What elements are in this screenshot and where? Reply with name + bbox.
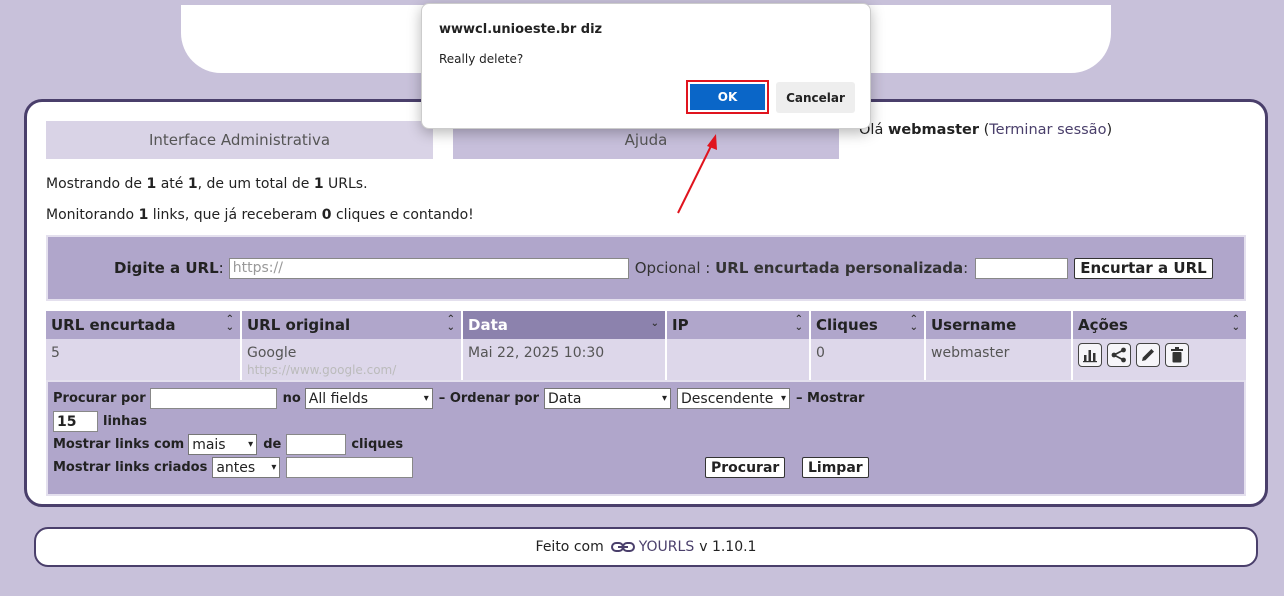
username: webmaster [887,122,979,138]
cell-clicks: 0 [811,339,926,380]
sort-order-select[interactable]: Descendente ▾ [677,388,791,409]
col-short-url[interactable]: URL encurtada ⌃ ⌄ [46,311,242,339]
confirm-dialog: wwwcl.unioeste.br diz Really delete? OK … [421,3,871,129]
cell-date: Mai 22, 2025 10:30 [463,339,667,380]
add-url-form: Digite a URL: https:// Opcional : URL en… [46,235,1246,301]
url-label: Digite a URL: [114,259,224,277]
optional-label: Opcional : URL encurtada personalizada: [634,259,969,277]
paren-close: ) [1106,122,1113,138]
filter-row-rows: 15 linhas [53,411,147,432]
sort-by-select[interactable]: Data ▾ [544,388,672,409]
main-container: Interface Administrativa Ajuda Olá webma… [24,99,1268,507]
annotation-arrow [677,134,717,214]
search-field-select[interactable]: All fields ▾ [304,388,433,409]
created-date-input[interactable] [286,457,414,478]
table-header: URL encurtada ⌃ ⌄ URL original ⌃ ⌄ Data ⌄ IP ⌃… [46,311,1246,339]
table-row: 5 Google https://www.google.com/ Mai 22,… [46,339,1246,380]
stats-icon[interactable] [1078,343,1102,367]
col-ip[interactable]: IP ⌃ ⌄ [667,311,811,339]
filter-row-created: Mostrar links criados antes ▾ [53,457,414,478]
cell-ip [667,339,811,380]
col-original-url[interactable]: URL original ⌃ ⌄ [242,311,463,339]
col-clicks[interactable]: Cliques ⌃ ⌄ [811,311,926,339]
dialog-ok-button[interactable]: OK [686,80,769,114]
footer: Feito com YOURLS v 1.10.1 [34,527,1258,567]
clicks-count-input[interactable] [286,434,347,455]
clear-button[interactable]: Limpar [802,457,869,478]
showing-info: Mostrando de 1 até 1, de um total de 1 U… [46,176,368,192]
dialog-title: wwwcl.unioeste.br diz [439,22,603,37]
url-table: URL encurtada ⌃ ⌄ URL original ⌃ ⌄ Data ⌄ IP ⌃… [46,311,1246,380]
filter-panel: Procurar por no All fields ▾ – Ordenar po… [46,380,1246,496]
cell-short-url[interactable]: 5 [46,339,242,380]
search-input[interactable] [149,388,277,409]
created-compare-select[interactable]: antes ▾ [212,457,281,478]
search-button[interactable]: Procurar [705,457,786,478]
col-actions[interactable]: Ações ⌃ ⌄ [1073,311,1246,339]
edit-icon[interactable] [1136,343,1160,367]
yourls-link[interactable]: YOURLS [639,539,694,555]
dialog-message: Really delete? [439,52,524,66]
cell-original-url[interactable]: Google https://www.google.com/ [242,339,463,380]
col-date[interactable]: Data ⌄ [463,311,667,339]
monitoring-info: Monitorando 1 links, que já receberam 0 … [46,207,474,223]
rows-per-page-input[interactable]: 15 [53,411,98,432]
cell-username: webmaster [926,339,1073,380]
filter-row-clicks: Mostrar links com mais ▾ de cliques [53,434,403,455]
link-icon [610,541,635,553]
clicks-compare-select[interactable]: mais ▾ [188,434,258,455]
cell-actions [1073,339,1246,380]
shorten-url-button[interactable]: Encurtar a URL [1074,257,1213,279]
url-input[interactable]: https:// [228,257,629,279]
col-username[interactable]: Username [926,311,1073,339]
filter-row-search: Procurar por no All fields ▾ – Ordenar po… [53,388,864,409]
greeting: Olá webmaster (Terminar sessão) [859,122,1112,138]
tab-admin-interface[interactable]: Interface Administrativa [46,121,433,159]
link-url[interactable]: https://www.google.com/ [247,363,456,377]
delete-icon[interactable] [1165,343,1189,367]
share-icon[interactable] [1107,343,1131,367]
custom-keyword-input[interactable] [975,257,1069,279]
logout-link[interactable]: Terminar sessão [989,122,1106,138]
dialog-cancel-button[interactable]: Cancelar [776,82,855,113]
link-title[interactable]: Google [247,345,296,361]
